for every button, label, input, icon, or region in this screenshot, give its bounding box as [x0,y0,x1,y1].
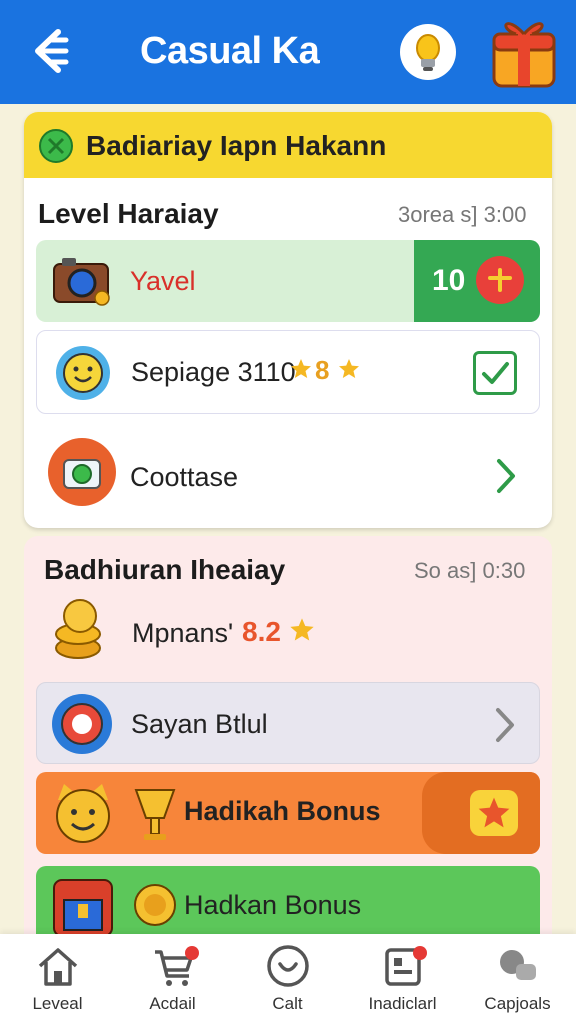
app-title: Casual Ka [140,30,320,72]
section-title: Badhiuran Iheaiay [44,554,286,585]
nav-item-level[interactable]: Leveal [0,934,115,1024]
star-icon [337,357,361,386]
nav-item-calt[interactable]: Calt [230,934,345,1024]
star-icon [470,790,518,836]
chevron-right-icon[interactable] [495,707,515,748]
list-item-yavel[interactable]: Yavel 10 [36,240,540,322]
row-label: Coottase [130,462,239,492]
list-item-bonus[interactable]: Hadikah Bonus [36,772,540,854]
smiley-gear-icon [53,343,113,408]
bottom-navigation: Leveal Acdail Calt Inadiclarl Capjoals [0,934,576,1024]
list-item-sayan[interactable]: Sayan Btlul [36,682,540,764]
trophy-icon [130,784,180,849]
camera-icon [52,254,112,313]
section-title: Level Haraiay [38,198,219,229]
section-time: So as] 0:30 [414,558,526,583]
list-item-sepiage[interactable]: Sepiage 3110 8 [36,330,540,414]
rating-label: Mpnans' [132,618,234,648]
nav-item-inadiclarl[interactable]: Inadiclarl [345,934,460,1024]
list-item-coottase[interactable]: Coottase [36,432,540,522]
row-label: Sayan Btlul [131,709,268,739]
chat-icon [266,944,310,988]
rating-text: 8 [315,355,330,385]
nav-label: Inadiclarl [368,994,437,1013]
plus-icon [476,256,524,304]
nav-label: Leveal [32,994,83,1013]
bonus-card: Badhiuran Iheaiay So as] 0:30 Mpnans' 8.… [24,536,552,956]
row-label: Sepiage 3110 [131,357,296,387]
gift-icon[interactable] [486,10,564,90]
section-time: 3orea s] 3:00 [398,202,527,227]
rating-value: 8.2 [242,616,281,647]
lightbulb-icon[interactable] [400,24,456,80]
row-label: Hadikah Bonus [184,796,381,826]
back-arrow-icon[interactable] [18,22,76,80]
row-label: Hadkan Bonus [184,890,362,920]
photo-icon [46,436,118,513]
star-icon [289,357,313,386]
checkbox[interactable] [473,351,517,395]
notification-dot [413,946,427,960]
badge-value: 10 [432,264,466,297]
shield-icon [38,128,74,164]
medal-icon [130,880,180,941]
camera-lens-icon [49,691,115,762]
home-icon [36,944,80,988]
star-icon [288,616,316,649]
banner[interactable]: Badiariay Iapn Hakann [24,112,552,178]
nav-label: Acdail [149,994,196,1013]
notification-dot [185,946,199,960]
nav-label: Calt [272,994,303,1013]
bonus-badge[interactable] [422,772,540,854]
nav-label: Capjoals [484,994,551,1013]
level-badge[interactable]: 10 [414,240,540,322]
top-bar: Casual Ka [0,0,576,104]
chat-bubbles-icon [496,944,540,988]
chevron-right-icon[interactable] [496,458,516,499]
nav-item-capjoals[interactable]: Capjoals [460,934,575,1024]
banner-text: Badiariay Iapn Hakann [86,130,387,161]
cat-face-icon [50,780,116,851]
level-card: Badiariay Iapn Hakann Level Haraiay 3ore… [24,112,552,528]
row-label: Yavel [130,266,196,296]
nav-item-acdail[interactable]: Acdail [115,934,230,1024]
coins-icon [50,596,112,667]
